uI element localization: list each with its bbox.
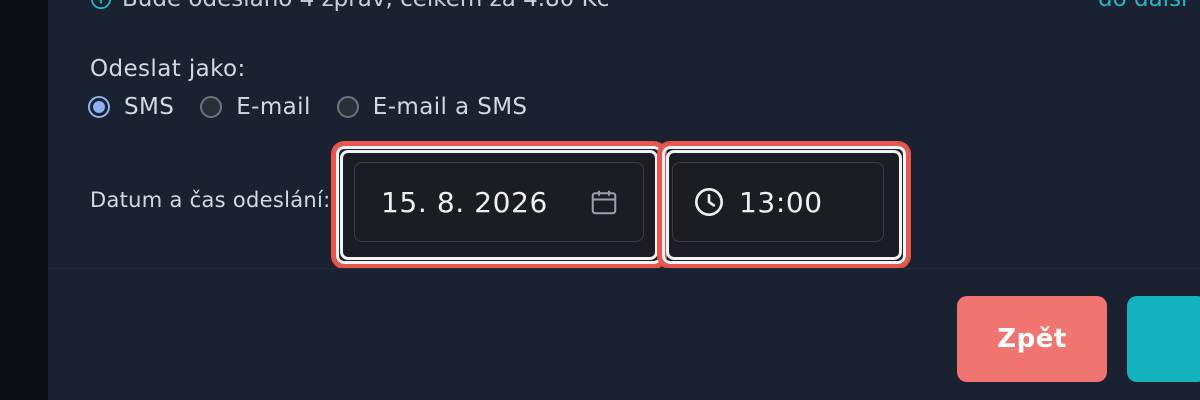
radio-email[interactable]: E-mail (200, 94, 311, 120)
time-input[interactable]: 13:00 (672, 162, 884, 242)
radio-sms-label: SMS (124, 94, 175, 120)
radio-email-label: E-mail (236, 94, 311, 120)
send-summary: Bude odesláno 4 zpráv, celkem za 4.80 Kč (90, 0, 609, 12)
clock-icon[interactable] (693, 186, 725, 218)
radio-email-and-sms-indicator[interactable] (336, 96, 359, 118)
footer-divider (48, 268, 1200, 269)
datetime-label: Datum a čas odeslání: (90, 188, 331, 212)
date-value: 15. 8. 2026 (381, 185, 548, 219)
send-as-radio-group: SMS E-mail E-mail a SMS (88, 94, 553, 120)
left-sidebar-strip (0, 0, 48, 400)
calendar-icon[interactable] (589, 187, 619, 217)
summary-link[interactable]: do další (1098, 0, 1187, 12)
date-input[interactable]: 15. 8. 2026 (354, 162, 644, 242)
radio-sms-indicator[interactable] (88, 96, 110, 118)
radio-email-and-sms[interactable]: E-mail a SMS (336, 94, 528, 120)
radio-sms[interactable]: SMS (88, 94, 174, 120)
time-value: 13:00 (739, 185, 823, 219)
radio-email-and-sms-label: E-mail a SMS (372, 94, 528, 120)
send-as-label: Odeslat jako: (90, 56, 246, 82)
radio-email-indicator[interactable] (200, 96, 223, 118)
summary-text: Bude odesláno 4 zpráv, celkem za 4.80 Kč (122, 0, 609, 12)
back-button[interactable]: Zpět (957, 296, 1107, 382)
next-button[interactable] (1127, 296, 1200, 382)
info-icon (90, 0, 112, 10)
screen: Bude odesláno 4 zpráv, celkem za 4.80 Kč… (0, 0, 1200, 400)
